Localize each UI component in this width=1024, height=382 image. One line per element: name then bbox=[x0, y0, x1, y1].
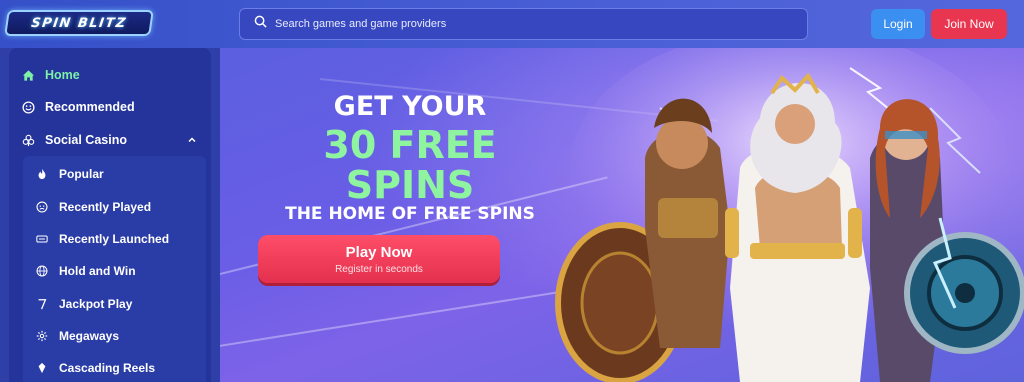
sidebar-item-label: Recommended bbox=[45, 100, 135, 114]
submenu-item-recently-played[interactable]: Recently Played bbox=[23, 192, 206, 222]
submenu-item-jackpot-play[interactable]: Jackpot Play bbox=[23, 289, 206, 319]
clubs-icon bbox=[21, 133, 35, 147]
home-icon bbox=[21, 68, 35, 82]
new-badge-icon bbox=[35, 232, 49, 246]
headline-spins: SPINS bbox=[345, 163, 475, 207]
submenu-item-label: Jackpot Play bbox=[59, 297, 133, 311]
submenu-item-cascading-reels[interactable]: Cascading Reels bbox=[23, 353, 206, 382]
login-button[interactable]: Login bbox=[871, 9, 925, 39]
gem-icon bbox=[35, 361, 49, 375]
submenu-item-label: Recently Played bbox=[59, 200, 152, 214]
play-now-label: Play Now bbox=[345, 243, 413, 261]
submenu-item-popular[interactable]: Popular bbox=[23, 159, 206, 189]
submenu-item-hold-and-win[interactable]: Hold and Win bbox=[23, 256, 206, 286]
flame-icon bbox=[35, 167, 49, 181]
submenu-item-label: Cascading Reels bbox=[59, 361, 156, 375]
submenu-item-label: Recently Launched bbox=[59, 232, 170, 246]
search-bar[interactable] bbox=[239, 8, 808, 40]
globe-icon bbox=[35, 264, 49, 278]
submenu-item-label: Hold and Win bbox=[59, 264, 136, 278]
site-logo[interactable]: SPIN BLITZ bbox=[4, 10, 154, 36]
top-bar: SPIN BLITZ Login Join Now bbox=[0, 0, 1024, 48]
join-now-button[interactable]: Join Now bbox=[931, 9, 1007, 39]
submenu-item-label: Megaways bbox=[59, 329, 120, 343]
headline-free-count: 30 FREE bbox=[323, 123, 497, 167]
sidebar-item-home[interactable]: Home bbox=[9, 60, 211, 90]
search-input[interactable] bbox=[275, 18, 775, 30]
headline-get-your: GET YOUR bbox=[333, 91, 487, 122]
sidebar-item-label: Home bbox=[45, 68, 80, 82]
gods-illustration bbox=[555, 48, 1024, 382]
sidebar-item-recommended[interactable]: Recommended bbox=[9, 92, 211, 122]
social-casino-submenu: Popular Recently Played Recently Launche… bbox=[23, 156, 206, 382]
smile-icon bbox=[21, 100, 35, 114]
headline-tagline: THE HOME OF FREE SPINS bbox=[285, 204, 535, 224]
submenu-item-megaways[interactable]: Megaways bbox=[23, 321, 206, 351]
seven-icon bbox=[35, 297, 49, 311]
promo-banner: GET YOUR 30 FREE SPINS THE HOME OF FREE … bbox=[220, 48, 1024, 382]
play-now-sublabel: Register in seconds bbox=[335, 263, 423, 275]
sidebar: Home Recommended Social Casino Popular R… bbox=[9, 48, 211, 382]
search-icon bbox=[254, 15, 267, 33]
clock-face-icon bbox=[35, 200, 49, 214]
play-now-button[interactable]: Play Now Register in seconds bbox=[258, 235, 500, 283]
submenu-item-recently-launched[interactable]: Recently Launched bbox=[23, 224, 206, 254]
chevron-up-icon[interactable] bbox=[187, 134, 197, 144]
sidebar-item-label: Social Casino bbox=[45, 133, 127, 147]
submenu-item-label: Popular bbox=[59, 167, 104, 181]
sidebar-item-social-casino[interactable]: Social Casino bbox=[9, 125, 211, 155]
gear-icon bbox=[35, 329, 49, 343]
logo-text: SPIN BLITZ bbox=[30, 15, 128, 31]
